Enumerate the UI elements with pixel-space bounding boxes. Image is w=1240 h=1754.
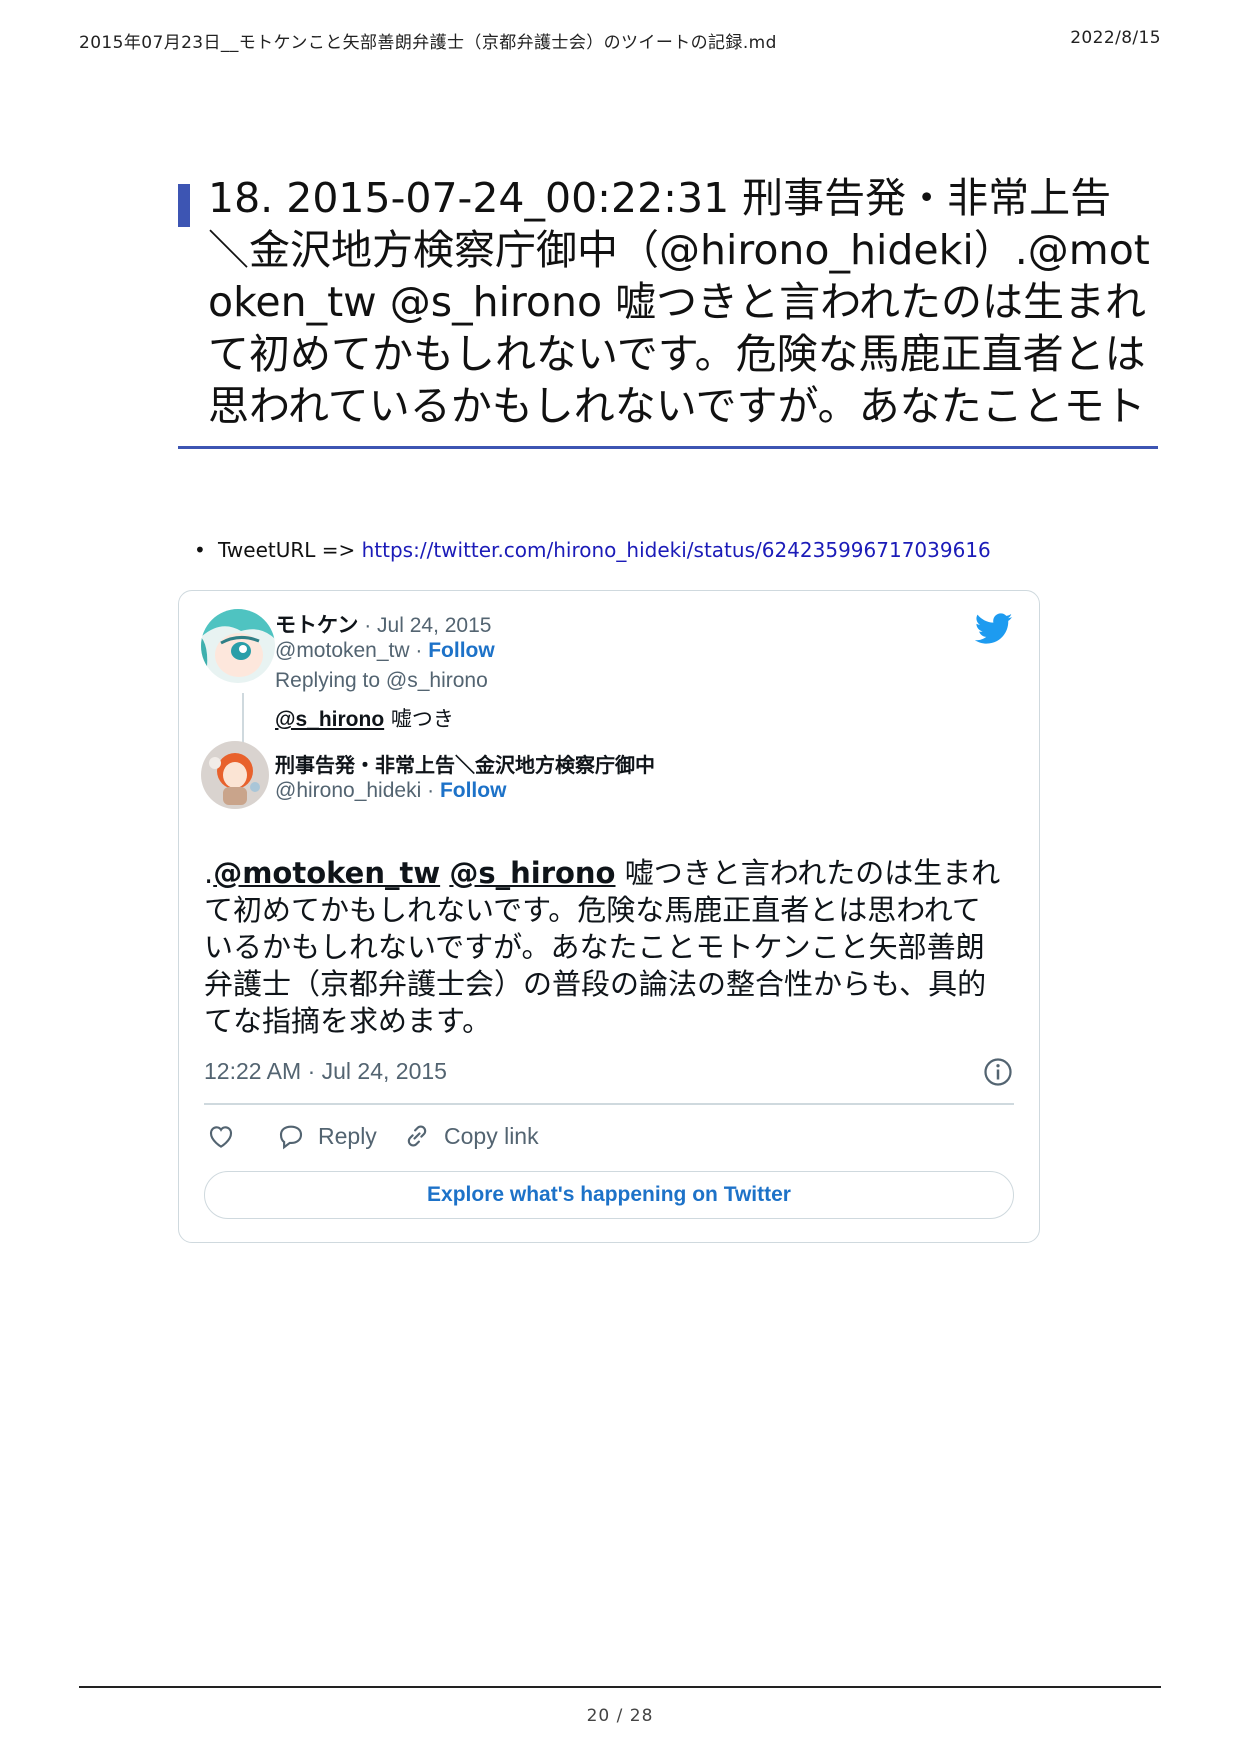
- parent-author-name[interactable]: モトケン: [275, 614, 358, 637]
- main-handle-line: @hirono_hideki · Follow: [275, 779, 506, 803]
- main-author-name[interactable]: 刑事告発・非常上告＼金沢地方検察庁御中: [275, 753, 655, 777]
- parent-author-line: モトケン · Jul 24, 2015: [275, 609, 491, 639]
- tweet-timestamp[interactable]: 12:22 AM · Jul 24, 2015: [204, 1058, 447, 1085]
- reply-bubble-icon: [279, 1125, 303, 1150]
- mention-s-hirono[interactable]: @s_hirono: [275, 708, 384, 731]
- tweet-actions: Reply Copy link: [204, 1121, 1014, 1165]
- section-heading: 18. 2015-07-24_00:22:31 刑事告発・非常上告＼金沢地方検察…: [178, 172, 1158, 449]
- copy-link-button[interactable]: Copy link: [402, 1121, 539, 1151]
- bullet-icon: •: [194, 538, 206, 562]
- copy-link-label: Copy link: [444, 1122, 539, 1149]
- footer-rule: [79, 1686, 1161, 1688]
- tweet-divider: [204, 1103, 1014, 1105]
- avatar-motoken[interactable]: [201, 609, 275, 683]
- parent-text-body: 嘘つき: [384, 707, 454, 731]
- parent-tweet-text: @s_hirono 嘘つき: [275, 703, 454, 733]
- tweet-url-link[interactable]: https://twitter.com/hirono_hideki/status…: [362, 538, 991, 562]
- print-date: 2022/8/15: [1070, 28, 1161, 48]
- parent-date[interactable]: · Jul 24, 2015: [364, 614, 491, 637]
- mention-s-hirono[interactable]: @s_hirono: [449, 856, 615, 890]
- mention-motoken-tw[interactable]: @motoken_tw: [213, 856, 440, 890]
- page-number: 20 / 28: [586, 1706, 654, 1726]
- follow-separator: ·: [427, 779, 435, 802]
- main-author-line: 刑事告発・非常上告＼金沢地方検察庁御中: [275, 749, 655, 778]
- reply-label: Reply: [318, 1122, 377, 1149]
- document-title: 2015年07月23日__モトケンこと矢部善朗弁護士（京都弁護士会）のツイートの…: [79, 33, 777, 53]
- heart-icon: [209, 1126, 233, 1148]
- main-tweet-text: .@motoken_tw @s_hirono 嘘つきと言われたのは生まれて初めて…: [204, 855, 1004, 1040]
- twitter-bird-icon[interactable]: [975, 613, 1013, 645]
- parent-handle-line: @motoken_tw · Follow: [275, 639, 495, 663]
- follow-separator: ·: [415, 639, 423, 662]
- info-icon[interactable]: [983, 1057, 1013, 1087]
- main-handle[interactable]: @hirono_hideki: [275, 779, 421, 802]
- text-prefix: .: [204, 856, 214, 890]
- replying-to: Replying to @s_hirono: [275, 669, 488, 692]
- heading-text: 18. 2015-07-24_00:22:31 刑事告発・非常上告＼金沢地方検察…: [208, 174, 1150, 430]
- heading-accent-bar: [178, 184, 190, 227]
- like-button[interactable]: [206, 1121, 236, 1151]
- avatar-hirono[interactable]: [201, 741, 269, 809]
- parent-handle[interactable]: @motoken_tw: [275, 639, 410, 662]
- tweet-url-list-item: • TweetURL => https://twitter.com/hirono…: [194, 538, 991, 562]
- tweet-url-label: TweetURL =>: [218, 538, 356, 562]
- embedded-tweet-card[interactable]: モトケン · Jul 24, 2015 @motoken_tw · Follow…: [178, 590, 1040, 1243]
- reply-button[interactable]: Reply: [276, 1121, 377, 1151]
- follow-hirono-button[interactable]: Follow: [440, 779, 507, 802]
- follow-motoken-button[interactable]: Follow: [428, 639, 495, 662]
- explore-twitter-button[interactable]: Explore what's happening on Twitter: [204, 1171, 1014, 1219]
- link-icon: [407, 1125, 427, 1147]
- print-header: 2015年07月23日__モトケンこと矢部善朗弁護士（京都弁護士会）のツイートの…: [79, 28, 1161, 53]
